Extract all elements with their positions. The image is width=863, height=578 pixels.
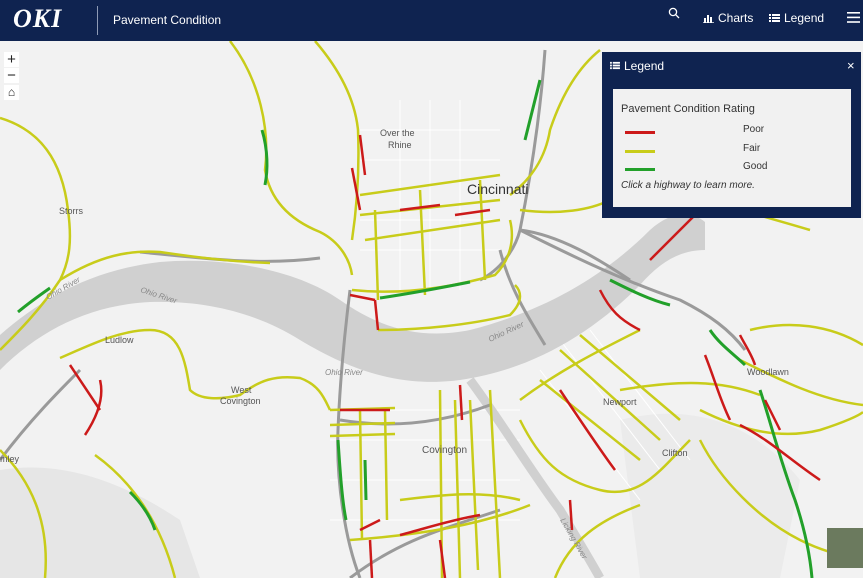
charts-button[interactable]: Charts [703, 11, 753, 25]
legend-body: Pavement Condition Rating Poor Fair Good… [613, 89, 851, 207]
label-storrs: Storrs [59, 206, 84, 216]
label-woodlawn: Woodlawn [747, 367, 789, 377]
bar-chart-icon [703, 15, 714, 23]
legend-item-poor: Poor [613, 124, 851, 140]
label-west-covington: West [231, 385, 252, 395]
zoom-out-button[interactable]: − [4, 68, 19, 83]
header-divider [97, 6, 98, 35]
list-icon [610, 61, 620, 70]
label-ohio-river-3: Ohio River [325, 368, 363, 377]
close-icon[interactable]: × [847, 58, 855, 73]
home-icon[interactable]: ⌂ [4, 85, 19, 100]
app-title: Pavement Condition [113, 13, 222, 27]
app-header: OKI Pavement Condition Charts Legend [0, 0, 863, 41]
label-clifton: Clifton [662, 448, 688, 458]
legend-section-title: Pavement Condition Rating [621, 103, 755, 115]
basemap-toggle[interactable] [827, 528, 863, 568]
search-icon[interactable] [668, 7, 680, 19]
poor-swatch [625, 131, 655, 134]
legend-panel: Legend × Pavement Condition Rating Poor … [602, 52, 861, 218]
zoom-in-button[interactable]: + [4, 52, 19, 67]
legend-item-good: Good [613, 161, 851, 177]
fair-swatch [625, 150, 655, 153]
label-over-the-rhine: Over the [380, 128, 415, 138]
legend-item-label: Fair [743, 143, 761, 154]
legend-item-label: Good [743, 161, 768, 172]
label-ludlow: Ludlow [105, 335, 134, 345]
oki-logo: OKI [13, 4, 63, 33]
menu-icon[interactable] [847, 12, 860, 23]
legend-button[interactable]: Legend [769, 11, 824, 25]
list-icon [769, 14, 780, 22]
legend-label: Legend [784, 11, 825, 25]
label-bromley: mley [0, 454, 20, 464]
legend-panel-header: Legend × [602, 52, 861, 80]
label-over-the-rhine-2: Rhine [388, 140, 412, 150]
good-swatch [625, 168, 655, 171]
label-covington: Covington [422, 445, 467, 456]
label-newport: Newport [603, 397, 637, 407]
legend-item-fair: Fair [613, 143, 851, 159]
charts-label: Charts [718, 11, 754, 25]
legend-item-label: Poor [743, 124, 765, 135]
label-cincinnati: Cincinnati [467, 181, 528, 197]
legend-note: Click a highway to learn more. [621, 180, 755, 191]
label-west-covington-2: Covington [220, 396, 261, 406]
legend-panel-title: Legend [624, 59, 665, 73]
